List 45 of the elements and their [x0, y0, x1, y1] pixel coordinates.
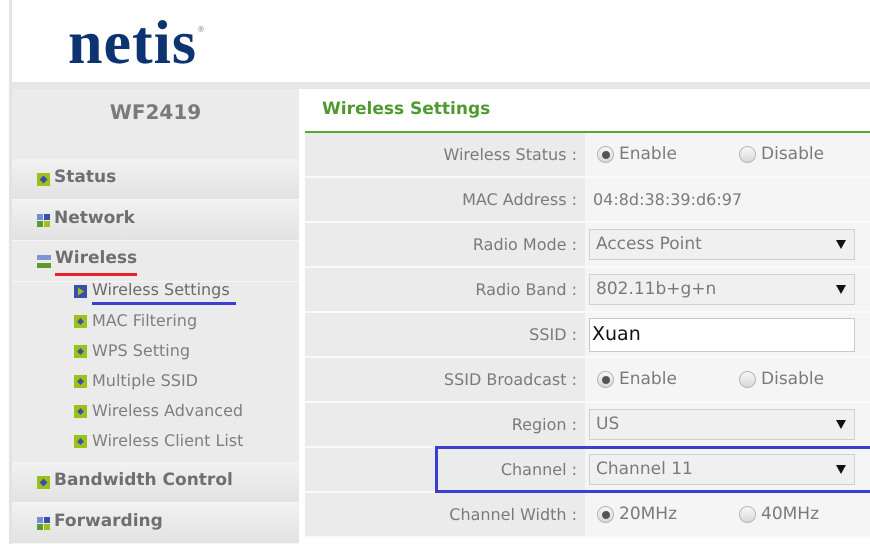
menu-item[interactable]: Forwarding — [12, 503, 299, 544]
radio-label: Disable — [761, 142, 824, 166]
menu-item[interactable]: Bandwidth Control — [12, 462, 299, 503]
field-label: Radio Mode : — [472, 234, 577, 256]
dropdown-arrow-icon — [836, 465, 846, 474]
menu-item[interactable]: Status — [12, 159, 299, 200]
dropdown-arrow-icon — [836, 420, 846, 429]
field-label: Channel Width : — [449, 504, 577, 526]
diamond-icon — [37, 476, 50, 488]
radio-label: Disable — [761, 368, 824, 391]
submenu-item[interactable]: Wireless Client List — [12, 426, 299, 456]
field-label: Wireless Status : — [444, 144, 577, 166]
menu-item[interactable]: Network — [12, 200, 299, 241]
model-title: WF2419 — [110, 99, 202, 126]
radio-label: Enable — [619, 142, 677, 166]
submenu-item[interactable]: MAC Filtering — [12, 306, 299, 336]
submenu-item[interactable]: WPS Setting — [12, 336, 299, 366]
radio-button[interactable] — [739, 371, 756, 388]
field-label: SSID : — [529, 324, 577, 346]
ssid-field[interactable]: Xuan — [589, 318, 855, 352]
radio-label: 20MHz — [619, 502, 678, 526]
radio-button[interactable] — [597, 146, 614, 163]
diamond-icon — [37, 172, 50, 186]
dropdown[interactable]: 802.11b+g+n — [589, 274, 855, 305]
dropdown-arrow-icon — [836, 285, 846, 294]
radio-label: Enable — [619, 368, 677, 391]
field-label: Channel : — [500, 458, 577, 480]
field-label: Radio Band : — [475, 278, 577, 300]
submenu-item[interactable]: Multiple SSID — [12, 366, 299, 396]
dropdown[interactable]: Access Point — [589, 229, 855, 260]
radio-button[interactable] — [739, 506, 756, 523]
field-label: Region : — [512, 414, 577, 436]
radio-button[interactable] — [597, 506, 614, 523]
panel-title: Wireless Settings — [322, 98, 490, 122]
dropdown-arrow-icon — [836, 240, 846, 249]
dropdown[interactable]: Channel 11 — [589, 454, 855, 485]
logo: netis® — [68, 8, 205, 78]
radio-label: 40MHz — [761, 502, 820, 526]
field-label: SSID Broadcast : — [444, 368, 577, 390]
submenu-item[interactable]: Wireless Advanced — [12, 396, 299, 426]
mac-address: 04:8d:38:39:d6:97 — [592, 188, 742, 210]
dropdown[interactable]: US — [589, 409, 855, 440]
radio-button[interactable] — [597, 371, 614, 388]
radio-button[interactable] — [739, 146, 756, 163]
field-label: MAC Address : — [462, 188, 577, 210]
